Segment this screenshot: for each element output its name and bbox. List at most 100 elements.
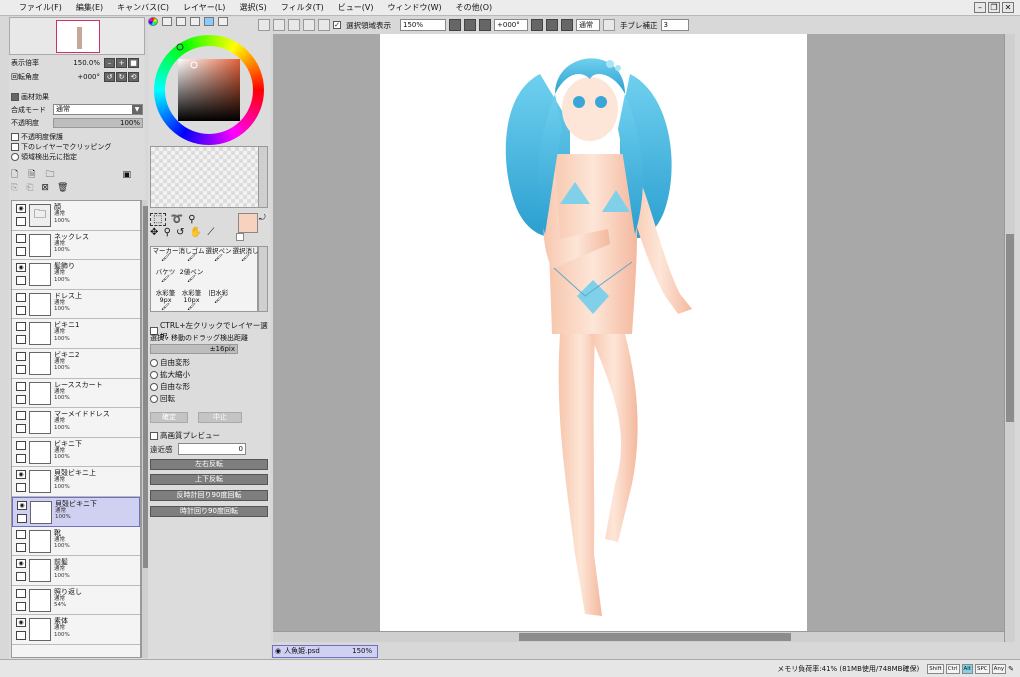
opacity-slider[interactable]: 100% [53,118,143,128]
deselect-icon[interactable] [273,19,285,31]
canvas-vertical-scroll-thumb[interactable] [1006,234,1014,422]
confirm-button[interactable]: 確定 [150,412,188,423]
lock-icon[interactable] [16,217,26,226]
eyedropper-icon[interactable]: ⟋ [207,227,215,238]
magic-wand-icon[interactable]: ⚲ [188,214,196,225]
zoom-out-icon[interactable]: – [104,58,115,68]
brush-tool-item[interactable]: マーカー 🖌 [152,248,179,262]
eye-hidden-icon[interactable] [16,529,26,539]
new-folder-icon[interactable]: 🗀 [46,167,55,183]
lock-icon[interactable] [16,453,26,463]
lock-icon[interactable] [16,276,26,286]
view-mode-select[interactable]: 通常 [576,19,600,31]
zoom-select[interactable]: 150% [400,19,446,31]
selection-tool-icon[interactable] [258,19,270,31]
brush-tool-item[interactable]: 旧水彩 🖌 [205,290,232,304]
stabilizer-select[interactable]: 3 [660,19,689,31]
zoom-in-icon[interactable]: + [116,58,127,68]
transform-free-option[interactable]: 自由変形 [150,357,190,368]
document-tab[interactable]: ◉ 人魚姫.psd 150% [272,645,378,658]
rotate-right-icon[interactable]: ↻ [116,72,127,82]
brush-tool-item[interactable]: 選択消し 🖌 [232,248,259,262]
zoom-minus-icon[interactable] [449,19,461,31]
restore-icon[interactable]: ❐ [988,2,1000,13]
drag-distance-slider[interactable]: ±16pix [150,344,238,354]
scratchpad-tab-icon[interactable] [218,17,228,26]
swatch-scrollbar[interactable] [258,146,268,208]
rotate-ccw-icon[interactable] [531,19,543,31]
layer-row[interactable]: 照り返し 通常 54% [12,585,140,616]
zoom-fit-icon[interactable] [479,19,491,31]
flip-vertical-button[interactable]: 上下反転 [150,474,268,485]
eye-hidden-icon[interactable] [16,292,26,302]
layer-row[interactable]: ◉ 貝殻ビキニ下 通常 100% [12,496,140,527]
color-wheel-graphic[interactable] [150,31,268,149]
hq-preview-option[interactable]: 高画質プレビュー [150,430,220,441]
hq-preview-checkbox[interactable] [150,431,158,440]
selection-source-checkbox[interactable] [11,153,19,161]
brush-tool-item[interactable]: 消しゴム 🖌 [178,248,205,262]
flip-view-icon[interactable] [603,19,615,31]
redo-icon[interactable] [318,19,330,31]
eye-hidden-icon[interactable] [16,233,26,243]
eye-hidden-icon[interactable] [16,440,26,450]
menu-file[interactable]: ファイル(F) [12,0,69,16]
show-selection-checkbox[interactable]: ✓ [333,21,341,29]
rotate-ccw-button[interactable]: 反時計回り90度回転 [150,490,268,501]
transform-distort-radio[interactable] [150,382,158,391]
gradation-tab-icon[interactable] [190,17,200,26]
transform-scale-radio[interactable] [150,370,158,379]
eye-hidden-icon[interactable] [16,588,26,598]
canvas-horizontal-scrollbar[interactable] [273,631,1004,642]
foreground-color-swatch[interactable] [238,213,258,233]
eye-icon[interactable]: ◉ [16,618,26,628]
navigator-view-frame[interactable] [56,20,100,53]
rotate-cw-icon[interactable] [546,19,558,31]
effects-toggle-icon[interactable] [11,93,19,101]
blend-mode-select[interactable]: 通常 ▼ [53,104,143,115]
eye-hidden-icon[interactable] [16,381,26,391]
delete-layer-icon[interactable]: 🗑 [57,183,68,193]
hand-icon[interactable]: ✋ [190,227,203,238]
lock-icon[interactable] [16,483,26,493]
new-layer-icon[interactable]: 🗋 [11,167,18,183]
zoom-plus-icon[interactable] [464,19,476,31]
rotate-cw-button[interactable]: 時計回り90度回転 [150,506,268,517]
opacity-protect-checkbox[interactable] [11,133,19,141]
clear-layer-icon[interactable]: ⊠ [41,183,49,193]
clipping-row[interactable]: 下のレイヤーでクリッピング [11,142,143,152]
brush-tool-item[interactable]: バケツ 🖌 [152,269,179,283]
move-icon[interactable]: ✥ [150,227,159,238]
merge-down-icon[interactable]: ⎗ [26,183,33,193]
rgb-slider-tab-icon[interactable] [162,17,172,26]
lock-icon[interactable] [16,424,26,434]
menu-view[interactable]: ビュー(V) [331,0,381,16]
hsv-slider-tab-icon[interactable] [176,17,186,26]
menu-select[interactable]: 選択(S) [232,0,273,16]
rotate-reset-icon[interactable]: ⟲ [128,72,139,82]
layer-row[interactable]: ビキニ1 通常 100% [12,319,140,349]
layer-row[interactable]: ビキニ2 通常 100% [12,348,140,379]
layer-row[interactable]: ◉ 前髪 通常 100% [12,556,140,586]
layer-row[interactable]: ドレス上 通常 100% [12,289,140,320]
layer-row[interactable]: ◉ 貝殻ビキニ上 通常 100% [12,467,140,497]
layer-mask-icon[interactable]: ▣ [123,170,132,180]
brush-tool-item[interactable]: 水彩筆 10px 🖌 [178,290,205,311]
lock-icon[interactable] [16,335,26,345]
menu-canvas[interactable]: キャンバス(C) [110,0,176,16]
cancel-button[interactable]: 中止 [198,412,242,423]
lock-icon[interactable] [16,542,26,552]
swap-colors-icon[interactable]: ⤾ [259,213,266,223]
invert-selection-icon[interactable] [288,19,300,31]
brush-tool-item[interactable]: 選択ペン 🖌 [205,248,232,262]
color-swatch-grid[interactable] [150,146,260,208]
menu-filter[interactable]: フィルタ(T) [274,0,331,16]
selection-source-row[interactable]: 領域検出元に指定 [11,152,143,162]
brush-grid-scrollbar[interactable] [258,246,268,312]
swatch-tab-icon[interactable] [204,17,214,26]
eye-icon[interactable]: ◉ [16,470,26,480]
effects-row[interactable]: 画材効果 [11,92,143,102]
rotate-view-icon[interactable]: ↺ [176,227,185,238]
transform-rotate-radio[interactable] [150,394,158,403]
menu-layer[interactable]: レイヤー(L) [176,0,232,16]
